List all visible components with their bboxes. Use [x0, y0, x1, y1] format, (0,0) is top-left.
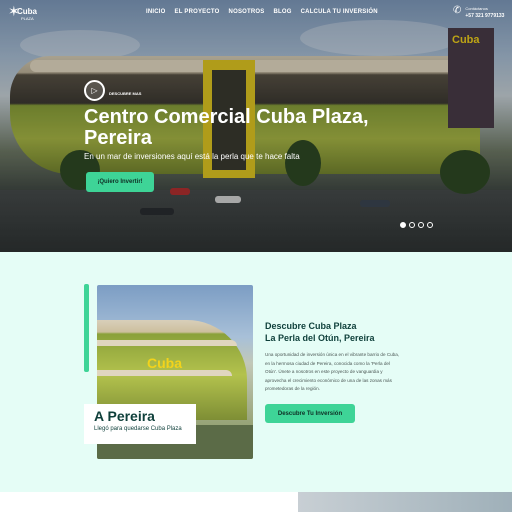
discover-body: Una oportunidad de inversión única en el…: [265, 352, 400, 392]
caption-card: A Pereira Llegó para quedarse Cuba Plaza: [84, 404, 196, 444]
facade-brand: Cuba: [147, 355, 182, 371]
caption-subtitle: Llegó para quedarse Cuba Plaza: [94, 426, 182, 432]
logo-subtext: PLAZA: [21, 16, 34, 21]
contact-phone[interactable]: +57 321 9779133: [465, 13, 504, 19]
hero-subtitle: En un mar de inversiones aquí está la pe…: [84, 152, 300, 161]
main-nav: INICIO EL PROYECTO NOSOTROS BLOG CALCULA…: [146, 9, 378, 15]
invest-button[interactable]: ¡Quiero Invertir!: [86, 172, 154, 192]
facade-band: [97, 340, 237, 346]
caption-title: A Pereira: [94, 408, 155, 424]
slider-dot[interactable]: [400, 222, 406, 228]
next-section-photo: [298, 492, 512, 512]
nav-item-nosotros[interactable]: NOSOTROS: [229, 9, 265, 15]
play-icon: ▷: [91, 86, 98, 95]
nav-item-inicio[interactable]: INICIO: [146, 9, 166, 15]
slider-dot[interactable]: [418, 222, 424, 228]
video-trigger[interactable]: ▷ DESCUBRE MAS: [84, 80, 141, 101]
contact-block[interactable]: ✆ Contáctanos +57 321 9779133: [453, 5, 504, 20]
nav-item-el-proyecto[interactable]: EL PROYECTO: [175, 9, 220, 15]
discover-title: Descubre Cuba Plaza La Perla del Otún, P…: [265, 320, 465, 344]
hero-title: Centro Comercial Cuba Plaza, Pereira: [84, 106, 369, 149]
slider-dot[interactable]: [427, 222, 433, 228]
nav-item-blog[interactable]: BLOG: [273, 9, 291, 15]
slider-dots: [400, 222, 433, 228]
logo-text: Cuba: [17, 7, 37, 16]
discover-title-line2: La Perla del Otún, Pereira: [265, 333, 375, 343]
discover-title-line1: Descubre Cuba Plaza: [265, 321, 357, 331]
contact-label: Contáctanos: [465, 6, 488, 11]
site-logo[interactable]: ✶ Cuba PLAZA: [8, 4, 38, 22]
accent-bar: [84, 284, 89, 372]
nav-item-calcula[interactable]: CALCULA TU INVERSIÓN: [301, 9, 378, 15]
discover-investment-button[interactable]: Descubre Tu Inversión: [265, 404, 355, 423]
play-button[interactable]: ▷: [84, 80, 105, 101]
hero-banner: Cuba ✶ Cuba PLAZA INICIO EL PROYECTO NOS…: [0, 0, 512, 252]
discover-section: [0, 252, 512, 492]
video-label: DESCUBRE MAS: [109, 91, 142, 96]
slider-dot[interactable]: [409, 222, 415, 228]
phone-icon: ✆: [453, 5, 462, 16]
